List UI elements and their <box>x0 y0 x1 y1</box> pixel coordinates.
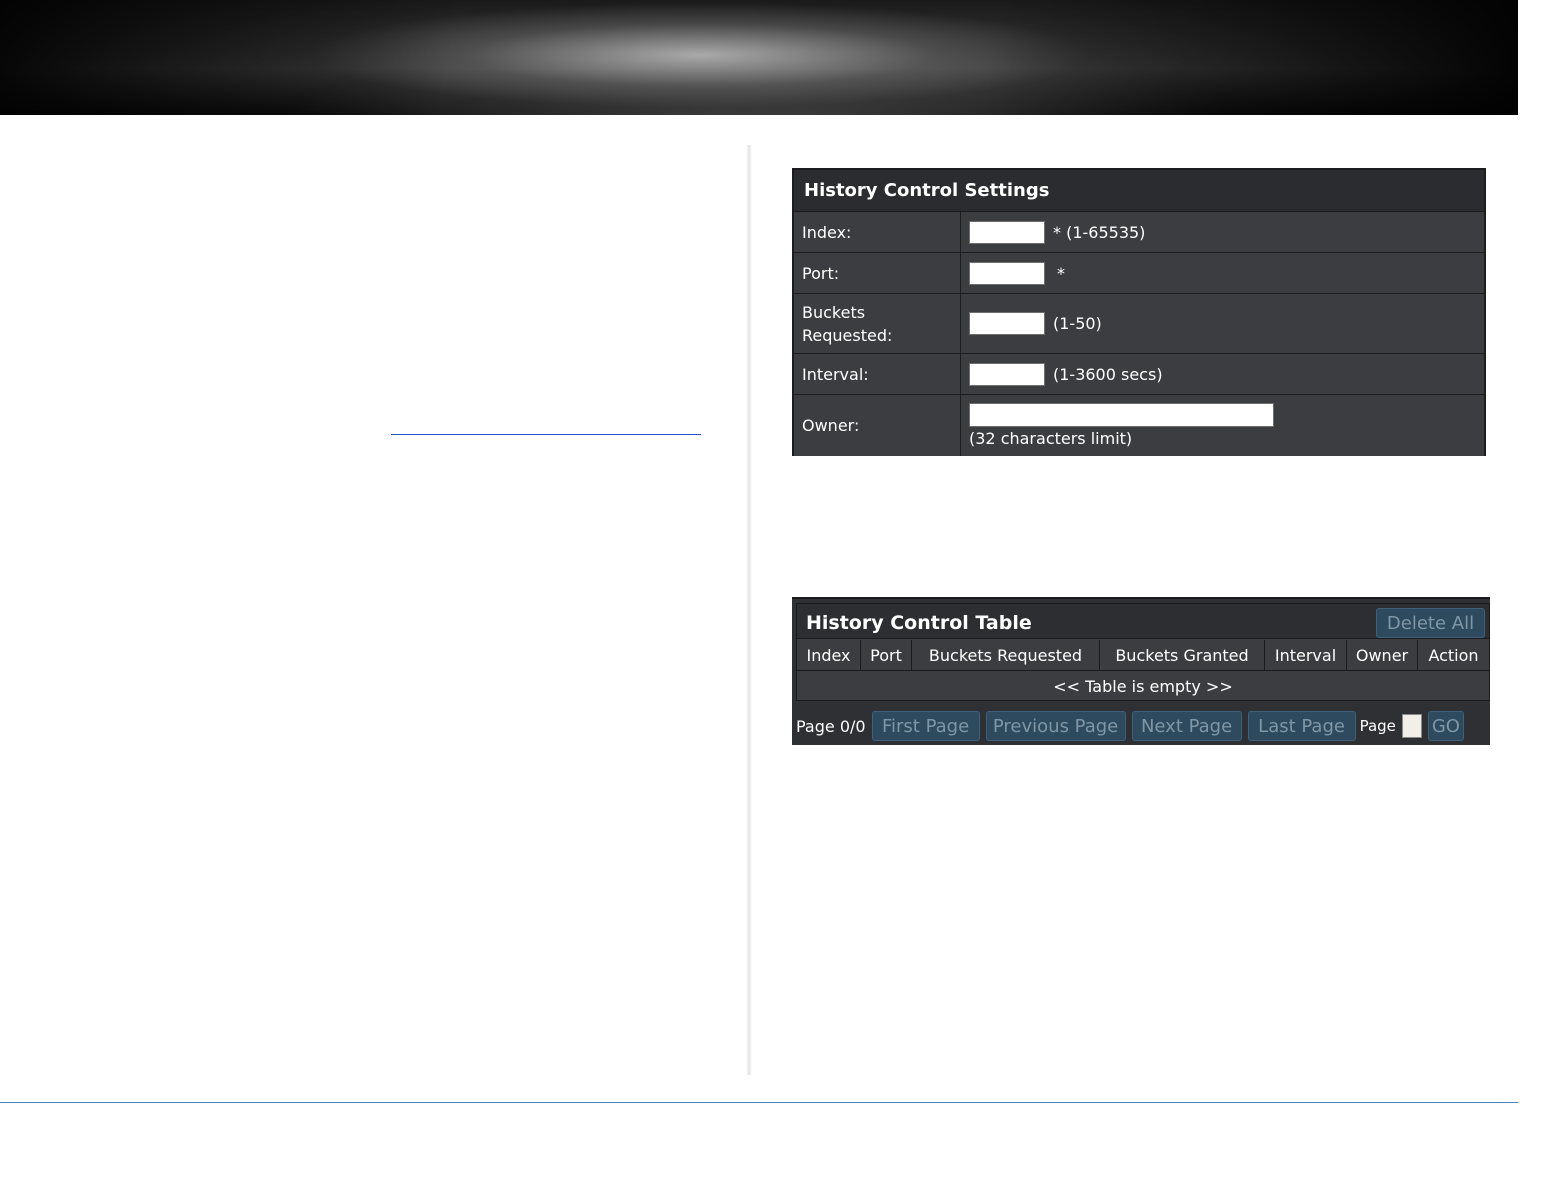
owner-input[interactable] <box>969 403 1274 427</box>
next-page-button[interactable]: Next Page <box>1131 711 1242 741</box>
history-control-table-panel: History Control Table Delete All Index P… <box>792 597 1490 745</box>
history-control-table: History Control Table Delete All Index P… <box>796 603 1490 701</box>
interval-row: Interval: (1-3600 secs) <box>794 354 1484 395</box>
index-label: Index: <box>794 212 961 252</box>
owner-hint: (32 characters limit) <box>969 429 1133 448</box>
previous-page-button[interactable]: Previous Page <box>985 711 1126 741</box>
buckets-requested-label: Buckets Requested: <box>794 294 961 353</box>
col-header-owner: Owner <box>1347 640 1418 670</box>
buckets-requested-input[interactable] <box>969 312 1045 335</box>
port-input[interactable] <box>969 261 1045 285</box>
buckets-requested-hint: (1-50) <box>1053 314 1102 333</box>
page-status: Page 0/0 <box>796 716 866 736</box>
index-row: Index: * (1-65535) <box>794 212 1484 253</box>
interval-label: Interval: <box>794 354 961 394</box>
port-required-mark: * <box>1057 263 1065 283</box>
buckets-requested-row: Buckets Requested: (1-50) <box>794 294 1484 354</box>
col-header-port: Port <box>861 640 912 670</box>
buckets-label-line2: Requested: <box>802 325 893 345</box>
interval-input[interactable] <box>969 362 1045 386</box>
table-title-bar: History Control Table Delete All <box>797 604 1489 639</box>
owner-row: Owner: (32 characters limit) <box>794 395 1484 456</box>
buckets-label-line1: Buckets <box>802 302 866 322</box>
index-input[interactable] <box>969 220 1045 244</box>
col-header-buckets-requested: Buckets Requested <box>912 640 1100 670</box>
col-header-index: Index <box>797 640 861 670</box>
go-button[interactable]: GO <box>1427 711 1464 741</box>
table-empty-message: << Table is empty >> <box>1053 676 1233 696</box>
last-page-button[interactable]: Last Page <box>1247 711 1356 741</box>
header-banner-shading <box>0 0 1518 115</box>
col-header-buckets-granted: Buckets Granted <box>1100 640 1265 670</box>
col-header-action: Action <box>1428 645 1479 665</box>
index-hint: * (1-65535) <box>1053 222 1146 242</box>
port-row: Port: * <box>794 253 1484 294</box>
link-underline <box>391 434 701 435</box>
pagination-bar: Page 0/0 First Page Previous Page Next P… <box>796 711 1490 741</box>
table-header-row: Index Port Buckets Requested Buckets Gra… <box>797 640 1489 671</box>
column-divider <box>746 145 752 1075</box>
page-jump-label: Page <box>1359 717 1396 735</box>
history-control-settings-panel: History Control Settings Index: * (1-655… <box>792 168 1486 456</box>
delete-all-button[interactable]: Delete All <box>1376 608 1485 638</box>
port-label: Port: <box>794 253 961 293</box>
table-title: History Control Table <box>806 612 1032 634</box>
first-page-button[interactable]: First Page <box>871 711 980 741</box>
owner-label: Owner: <box>794 395 961 456</box>
col-header-interval: Interval <box>1265 640 1347 670</box>
settings-title: History Control Settings <box>794 170 1484 212</box>
interval-hint: (1-3600 secs) <box>1053 364 1163 384</box>
footer-rule <box>0 1102 1518 1103</box>
page-number-input[interactable] <box>1401 714 1422 738</box>
